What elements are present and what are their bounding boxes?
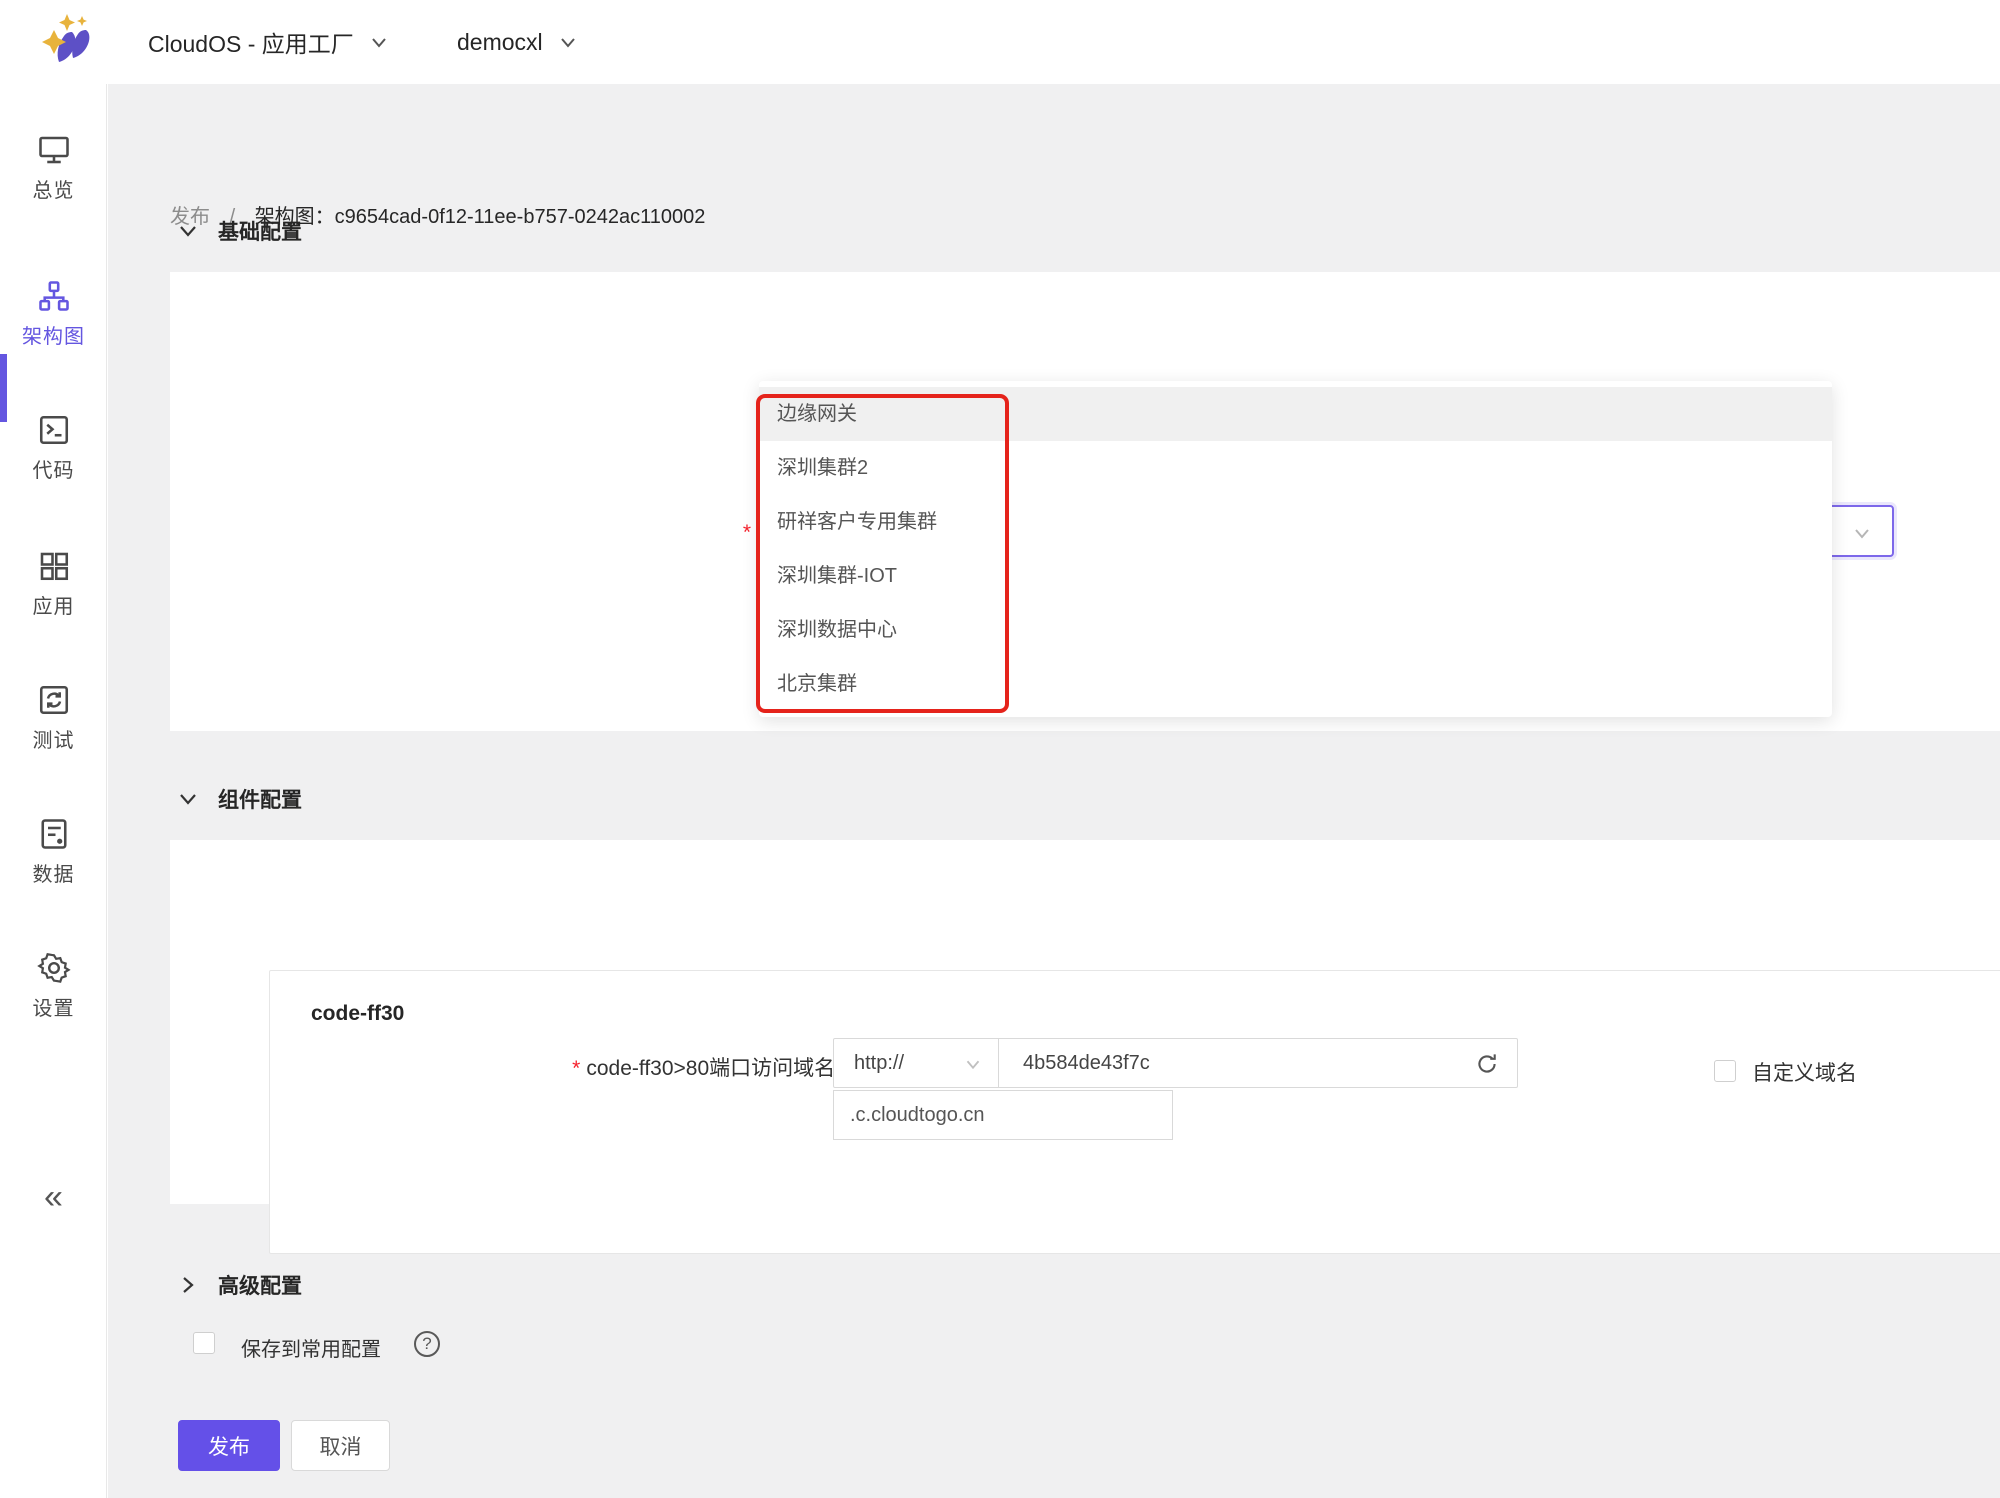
custom-domain-checkbox[interactable] — [1714, 1060, 1736, 1082]
save-common-label[interactable]: 保存到常用配置 — [241, 1333, 381, 1362]
chevron-down-icon — [176, 219, 200, 243]
sidebar-nav: 总览 架构图 代码 — [0, 84, 107, 1498]
dropdown-option[interactable]: 北京集群 — [759, 657, 1832, 711]
workspace-name: democxl — [457, 29, 543, 56]
chevron-down-icon — [368, 31, 390, 53]
chevron-down-icon — [557, 31, 579, 53]
sidebar-item-architecture[interactable]: 架构图 — [0, 278, 107, 349]
grid-icon — [0, 548, 107, 584]
breadcrumb-current: 架构图：c9654cad-0f12-11ee-b757-0242ac110002 — [255, 206, 706, 228]
required-mark: * — [743, 521, 751, 544]
dropdown-option[interactable]: 深圳数据中心 — [759, 603, 1832, 657]
component-name: code-ff30 — [311, 1002, 404, 1026]
section-title: 高级配置 — [218, 1270, 302, 1300]
sidebar-item-label: 总览 — [0, 174, 107, 203]
sidebar-item-apps[interactable]: 应用 — [0, 548, 107, 619]
sidebar-item-label: 测试 — [0, 724, 107, 753]
domain-value: 4b584de43f7c — [1023, 1052, 1150, 1075]
dropdown-option[interactable]: 边缘网关 — [759, 387, 1832, 441]
cloudos-logo-icon — [34, 8, 100, 74]
sidebar-item-settings[interactable]: 设置 — [0, 950, 107, 1021]
sidebar-item-code[interactable]: 代码 — [0, 412, 107, 483]
sidebar-item-label: 代码 — [0, 454, 107, 483]
section-title: 组件配置 — [218, 784, 302, 814]
domain-label: *code-ff30>80端口访问域名 ： — [572, 1052, 862, 1082]
sidebar-collapse-button[interactable]: « — [0, 1178, 107, 1217]
help-icon[interactable]: ? — [414, 1331, 440, 1357]
domain-input[interactable]: 4b584de43f7c — [998, 1038, 1518, 1088]
dropdown-option[interactable]: 深圳集群2 — [759, 441, 1832, 495]
product-title: CloudOS - 应用工厂 — [148, 25, 354, 59]
main-content: 发布 / 架构图：c9654cad-0f12-11ee-b757-0242ac1… — [108, 84, 2000, 1498]
custom-domain-label[interactable]: 自定义域名 — [1752, 1056, 1862, 1092]
sidebar-item-label: 数据 — [0, 858, 107, 887]
sidebar-item-test[interactable]: 测试 — [0, 682, 107, 753]
advanced-config-header[interactable]: 高级配置 — [176, 1270, 302, 1300]
chevron-down-icon — [176, 787, 200, 811]
top-header: CloudOS - 应用工厂 democxl — [0, 0, 2000, 84]
chevron-right-icon — [176, 1273, 200, 1297]
dropdown-option[interactable]: 深圳集群-IOT — [759, 549, 1832, 603]
component-config-header[interactable]: 组件配置 — [176, 784, 302, 814]
publish-button[interactable]: 发布 — [178, 1420, 280, 1471]
protocol-value: http:// — [854, 1052, 904, 1075]
protocol-select[interactable]: http:// — [833, 1038, 999, 1088]
chevron-down-icon — [1850, 521, 1874, 550]
sitemap-icon — [0, 278, 107, 314]
domain-suffix-box: .c.cloudtogo.cn — [833, 1090, 1173, 1140]
sidebar-item-label: 架构图 — [0, 320, 107, 349]
required-mark: * — [572, 1057, 580, 1080]
workspace-switcher[interactable]: democxl — [457, 0, 579, 84]
sync-box-icon — [0, 682, 107, 718]
dropdown-option[interactable]: 研祥客户专用集群 — [759, 495, 1832, 549]
save-common-checkbox[interactable] — [193, 1332, 215, 1354]
app-screen: CloudOS - 应用工厂 democxl 总览 — [0, 0, 2000, 1498]
sidebar-item-overview[interactable]: 总览 — [0, 132, 107, 203]
basic-config-header[interactable]: 基础配置 — [176, 216, 302, 246]
gear-icon — [0, 950, 107, 986]
double-chevron-left-icon: « — [44, 1178, 63, 1216]
cancel-button[interactable]: 取消 — [291, 1420, 390, 1471]
domain-suffix: .c.cloudtogo.cn — [850, 1104, 985, 1127]
monitor-icon — [0, 132, 107, 168]
terminal-icon — [0, 412, 107, 448]
refresh-icon[interactable] — [1473, 1050, 1501, 1084]
sidebar-item-label: 应用 — [0, 590, 107, 619]
env-dropdown-menu: 边缘网关 深圳集群2 研祥客户专用集群 深圳集群-IOT 深圳数据中心 北京集群 — [759, 381, 1832, 717]
section-title: 基础配置 — [218, 216, 302, 246]
chevron-down-icon — [962, 1053, 984, 1081]
component-config-panel: code-ff30 *code-ff30>80端口访问域名 ： http:// … — [170, 840, 2000, 1204]
sidebar-item-data[interactable]: 数据 — [0, 816, 107, 887]
product-switcher[interactable]: CloudOS - 应用工厂 — [148, 0, 390, 84]
sidebar-item-label: 设置 — [0, 992, 107, 1021]
database-icon — [0, 816, 107, 852]
